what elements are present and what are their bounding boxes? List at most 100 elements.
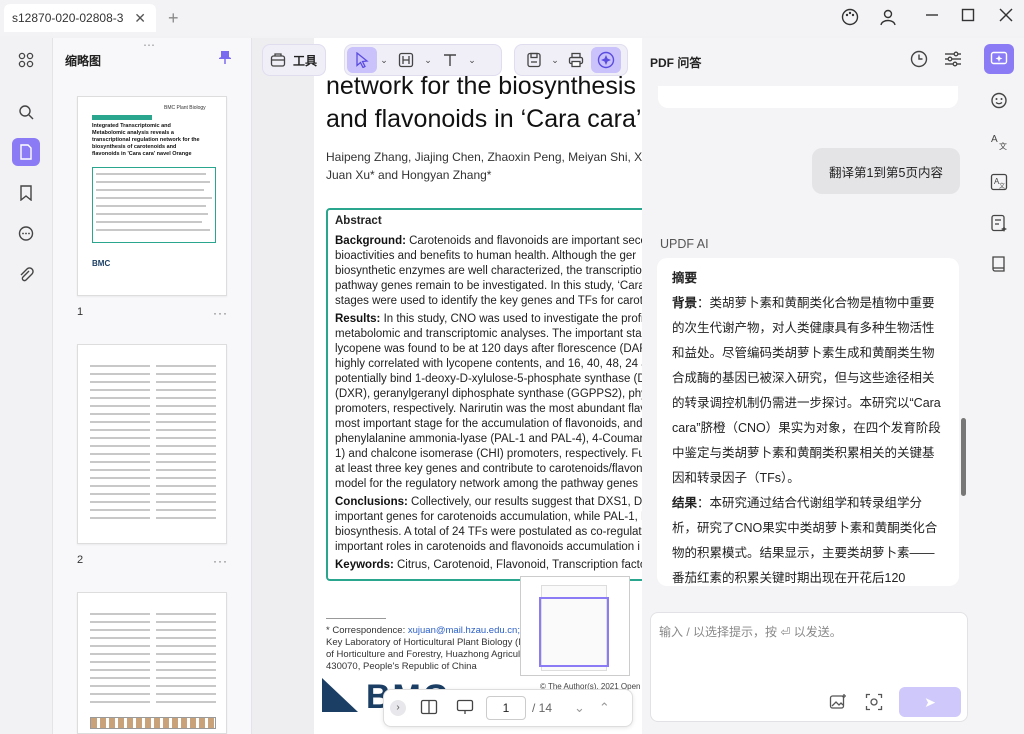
abstract-text: important genes for carotenoids accumula… — [335, 511, 642, 523]
page-layout-icon[interactable] — [420, 699, 438, 718]
thumb-text-line — [156, 389, 216, 391]
chat-input-box[interactable]: 输入 / 以选择提示，按 ⏎ 以发送。 ➤ — [650, 612, 968, 722]
thumb-text-line — [156, 669, 216, 671]
apps-icon[interactable] — [12, 46, 40, 74]
settings-sliders-icon[interactable] — [944, 50, 962, 73]
thumbnail-more-icon[interactable]: ··· — [213, 554, 228, 568]
svg-text:A: A — [991, 134, 998, 145]
thumb-text-line — [90, 437, 150, 439]
thumb-text-line — [156, 517, 216, 519]
select-cursor-icon[interactable] — [347, 47, 377, 73]
page-thumbnail-icon[interactable] — [12, 138, 40, 166]
bookmark-icon[interactable] — [12, 179, 40, 207]
thumb-text-line — [90, 413, 150, 415]
history-clock-icon[interactable] — [910, 50, 928, 73]
highlight-tool-icon[interactable] — [391, 47, 421, 73]
thumb-text-line — [96, 173, 206, 175]
abstract-text: In this study, CNO was used to investiga… — [380, 313, 642, 325]
page-minimap[interactable] — [520, 576, 630, 676]
ai-chat-icon[interactable] — [984, 44, 1014, 74]
tab-close-icon[interactable]: ✕ — [134, 10, 146, 27]
assistant-message-bubble: 摘要 背景：类胡萝卜素和黄酮类化合物是植物中重要的次生代谢产物，对人类健康具有多… — [657, 258, 959, 586]
text-tool-icon[interactable] — [435, 47, 465, 73]
thumb-text-line — [90, 461, 150, 463]
thumbnail-more-icon[interactable]: ··· — [213, 306, 228, 320]
presentation-icon[interactable] — [456, 699, 474, 718]
thumb-text-line — [156, 485, 216, 487]
right-rail: A文 A文 — [976, 38, 1024, 734]
page-thumbnail-3[interactable] — [77, 592, 227, 734]
minimize-icon[interactable] — [920, 8, 944, 28]
abstract-text: biosynthesis. A total of 24 TFs were pos… — [335, 526, 642, 538]
thumb-text-line — [156, 621, 216, 623]
thumb-text-line — [90, 493, 150, 495]
search-icon[interactable] — [12, 98, 40, 126]
page-thumbnail-2[interactable] — [77, 344, 227, 544]
account-icon[interactable] — [876, 8, 900, 28]
attachment-icon[interactable] — [12, 261, 40, 289]
translate-page-icon[interactable]: A文 — [984, 167, 1014, 197]
thumb-text-line — [96, 229, 210, 231]
pin-icon[interactable] — [219, 50, 231, 67]
translate-icon[interactable]: A文 — [984, 126, 1014, 156]
save-icon[interactable] — [519, 47, 549, 73]
minimap-viewport-frame[interactable] — [539, 597, 609, 667]
thumb-text-line — [156, 701, 216, 703]
image-upload-icon[interactable] — [829, 693, 847, 714]
thumb-text-line — [90, 517, 150, 519]
ai-assistant-icon[interactable] — [591, 47, 621, 73]
thumbnail-page-number: 1 — [77, 306, 84, 318]
screenshot-icon[interactable] — [865, 693, 883, 714]
thumb-text-line — [156, 413, 216, 415]
close-window-icon[interactable] — [994, 8, 1018, 28]
thumb-text-line — [156, 405, 216, 407]
abstract-text: Carotenoids and flavonoids are important… — [405, 235, 642, 247]
ai-panel-title: PDF 问答 — [650, 56, 702, 70]
thumb-text-line — [90, 621, 150, 623]
thumb-text-line — [90, 701, 150, 703]
document-viewer[interactable]: network for the biosynthesis and flavono… — [252, 38, 642, 734]
thumb-text-line — [90, 653, 150, 655]
answer-background-label: 背景 — [672, 296, 698, 310]
thumb-text-line — [90, 365, 150, 367]
chevron-down-icon[interactable]: ⌄ — [549, 47, 561, 73]
print-icon[interactable] — [561, 47, 591, 73]
thumb-text-line — [156, 445, 216, 447]
emoji-bot-icon[interactable] — [984, 85, 1014, 115]
thumb-text-line — [96, 197, 212, 199]
keywords-line: Keywords: Citrus, Carotenoid, Flavonoid,… — [335, 558, 642, 573]
palette-icon[interactable] — [838, 8, 862, 28]
maximize-icon[interactable] — [956, 8, 980, 28]
new-tab-icon[interactable]: + — [168, 8, 179, 29]
summarize-icon[interactable] — [984, 208, 1014, 238]
chat-scrollbar[interactable] — [961, 418, 966, 496]
chevron-down-icon[interactable]: ⌄ — [465, 47, 479, 73]
page-thumbnail-1[interactable]: BMC Plant Biology Integrated Transcripto… — [77, 96, 227, 296]
keywords-label: Keywords: — [335, 559, 394, 571]
collapse-bar-icon[interactable]: › — [390, 700, 406, 716]
send-button[interactable]: ➤ — [899, 687, 961, 717]
chat-input-placeholder: 输入 / 以选择提示，按 ⏎ 以发送。 — [659, 625, 842, 639]
panel-grip-icon[interactable]: ⋯ — [143, 38, 156, 52]
assistant-name: UPDF AI — [660, 237, 709, 251]
book-icon[interactable] — [984, 249, 1014, 279]
thumb-text-line — [156, 629, 216, 631]
comment-icon[interactable] — [12, 220, 40, 248]
chevron-down-icon[interactable]: ⌄ — [377, 47, 391, 73]
current-page-input[interactable]: 1 — [486, 696, 526, 720]
thumb-text-line — [156, 477, 216, 479]
abstract-text: biosynthetic enzymes are well characteri… — [335, 265, 642, 277]
ai-chat-panel: PDF 问答 翻译第1到第5页内容 UPDF AI 摘要 背景：类胡萝卜素和黄酮… — [642, 38, 976, 734]
thumb-text-line — [90, 637, 150, 639]
abstract-heading: Abstract — [335, 215, 382, 227]
thumb-text-line — [90, 405, 150, 407]
thumb-bmc-logo: BMC — [92, 259, 111, 268]
tools-menu-button[interactable]: 工具 — [262, 44, 326, 76]
thumb-figure — [90, 717, 216, 729]
page-down-chevron-icon[interactable]: ⌄ — [574, 700, 585, 716]
thumb-text-line — [90, 613, 150, 615]
thumbnail-page-number: 2 — [77, 554, 84, 566]
chevron-down-icon[interactable]: ⌄ — [421, 47, 435, 73]
page-up-chevron-icon[interactable]: ⌃ — [599, 700, 610, 716]
document-tab[interactable]: s12870-020-02808-3 ✕ — [4, 4, 156, 32]
